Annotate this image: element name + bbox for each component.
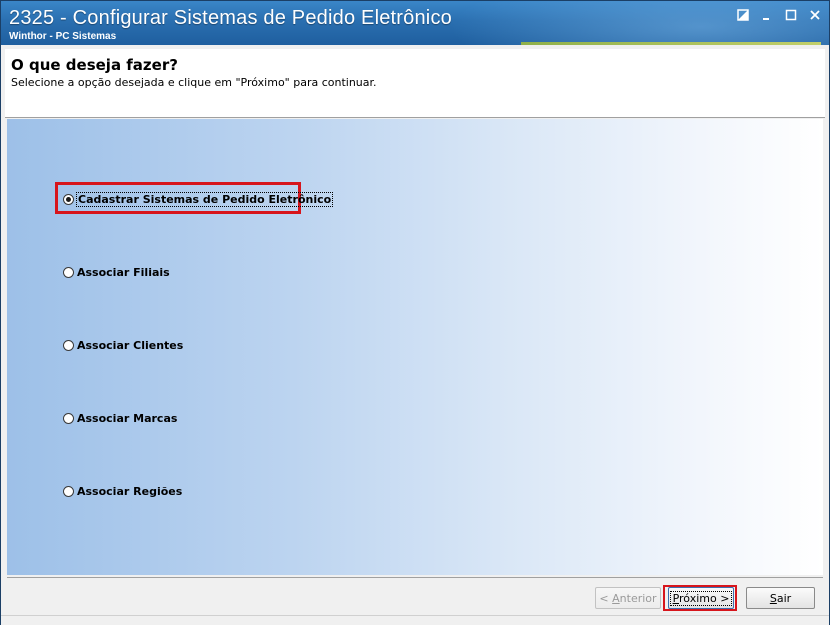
anterior-mnemonic: A xyxy=(612,591,620,605)
anterior-prefix: < xyxy=(599,591,613,605)
option-associar-regioes[interactable]: Associar Regiões xyxy=(63,485,182,498)
header-panel: O que deseja fazer? Selecione a opção de… xyxy=(5,49,825,118)
radio-icon[interactable] xyxy=(63,340,74,351)
sair-button[interactable]: Sair xyxy=(746,587,815,609)
radio-icon[interactable] xyxy=(63,486,74,497)
title-accent-bar xyxy=(521,42,821,45)
option-label: Associar Clientes xyxy=(77,339,184,352)
proximo-label-rest: róximo > xyxy=(679,591,730,605)
page-description: Selecione a opção desejada e clique em "… xyxy=(11,76,377,89)
option-label: Associar Filiais xyxy=(77,266,170,279)
proximo-button[interactable]: Próximo > xyxy=(668,587,734,609)
sair-mnemonic: S xyxy=(769,591,777,605)
status-bar xyxy=(1,615,829,625)
option-associar-filiais[interactable]: Associar Filiais xyxy=(63,266,170,279)
anterior-label-rest: nterior xyxy=(619,591,657,605)
option-associar-clientes[interactable]: Associar Clientes xyxy=(63,339,183,352)
radio-selected-icon[interactable] xyxy=(63,194,74,205)
window-subtitle: Winthor - PC Sistemas xyxy=(9,31,117,42)
restore-icon[interactable] xyxy=(735,7,751,23)
option-label: Associar Marcas xyxy=(77,412,178,425)
footer-separator xyxy=(7,577,823,578)
radio-icon[interactable] xyxy=(63,267,74,278)
page-title: O que deseja fazer? xyxy=(11,56,178,74)
proximo-label: Próximo > xyxy=(669,590,733,606)
anterior-button[interactable]: < Anterior xyxy=(595,587,661,609)
window-controls xyxy=(735,7,823,23)
option-label: Associar Regiões xyxy=(77,485,183,498)
sair-label-rest: air xyxy=(776,591,792,605)
wizard-window: 2325 - Configurar Sistemas de Pedido Ele… xyxy=(0,0,830,625)
option-associar-marcas[interactable]: Associar Marcas xyxy=(63,412,177,425)
close-icon[interactable] xyxy=(807,7,823,23)
options-panel: Cadastrar Sistemas de Pedido Eletrônico … xyxy=(7,119,823,575)
maximize-icon[interactable] xyxy=(783,7,799,23)
window-title: 2325 - Configurar Sistemas de Pedido Ele… xyxy=(9,7,452,29)
title-bar[interactable]: 2325 - Configurar Sistemas de Pedido Ele… xyxy=(1,1,829,45)
minimize-icon[interactable] xyxy=(759,7,775,23)
radio-icon[interactable] xyxy=(63,413,74,424)
option-cadastrar-sistemas[interactable]: Cadastrar Sistemas de Pedido Eletrônico xyxy=(63,192,334,207)
option-label: Cadastrar Sistemas de Pedido Eletrônico xyxy=(75,192,334,207)
